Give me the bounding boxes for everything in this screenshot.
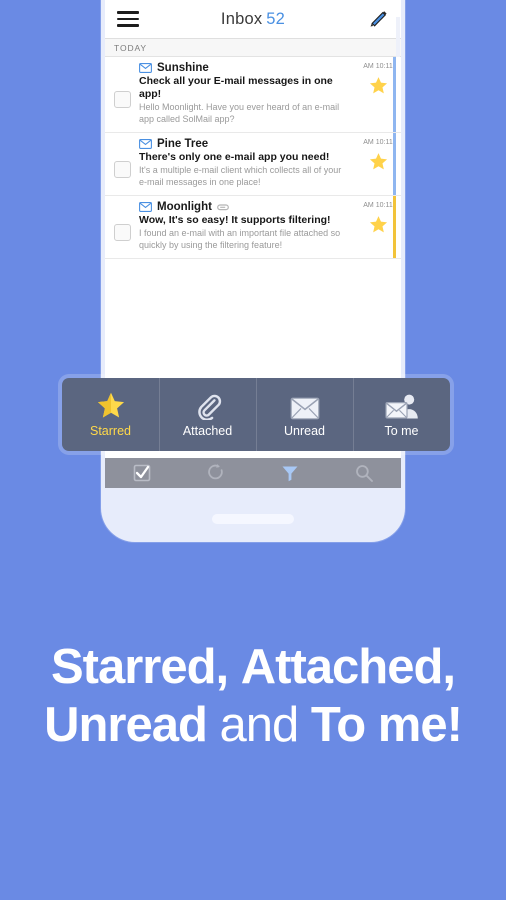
inbox-label: Inbox — [220, 9, 263, 28]
filter-label: Starred — [90, 423, 131, 438]
refresh-icon[interactable] — [179, 463, 253, 483]
filter-label: Attached — [182, 423, 233, 438]
section-label: TODAY — [114, 42, 147, 53]
row-checkbox[interactable] — [113, 223, 131, 241]
star-icon — [96, 392, 126, 420]
select-all-checkbox-icon[interactable] — [105, 463, 179, 483]
row-checkbox[interactable] — [113, 160, 131, 178]
compose-pen-icon[interactable] — [355, 0, 401, 38]
row-header: Pine Tree — [139, 138, 351, 150]
filter-bar: Starred Attached Unread To me — [62, 378, 450, 451]
row-content: Sunshine Check all your E-mail messages … — [139, 62, 355, 125]
envelope-icon — [139, 139, 152, 149]
hamburger-menu-icon[interactable] — [105, 0, 151, 38]
timestamp: AM 10:11 — [363, 139, 393, 146]
label-color-strip — [393, 196, 396, 258]
mail-list: Sunshine Check all your E-mail messages … — [105, 57, 401, 259]
table-row[interactable]: Moonlight Wow, It's so easy! It supports… — [105, 196, 401, 259]
star-icon[interactable] — [369, 152, 388, 176]
filter-item-attached[interactable]: Attached — [159, 378, 256, 451]
home-button[interactable] — [212, 514, 294, 524]
unread-count-badge: 52 — [266, 9, 286, 28]
filter-item-starred[interactable]: Starred — [62, 378, 159, 451]
label-color-strip — [393, 57, 396, 132]
email-subject: There's only one e-mail app you need! — [139, 151, 330, 163]
filter-label: Unread — [284, 423, 325, 438]
paperclip-badge-icon — [217, 203, 229, 212]
row-header: Moonlight — [139, 201, 351, 213]
search-icon[interactable] — [327, 463, 401, 483]
sender-name: Sunshine — [157, 62, 209, 74]
envelope-person-icon — [384, 392, 419, 420]
table-row[interactable]: Sunshine Check all your E-mail messages … — [105, 57, 401, 133]
caption-line-1: Starred, Attached, — [0, 638, 506, 696]
timestamp: AM 10:11 — [363, 202, 393, 209]
timestamp: AM 10:11 — [363, 63, 393, 70]
section-header-today: TODAY — [105, 39, 401, 57]
row-header: Sunshine — [139, 62, 351, 74]
email-preview: Hello Moonlight. Have you ever heard of … — [139, 102, 340, 124]
caption-word-starred: Starred, — [50, 640, 229, 694]
sender-name: Moonlight — [157, 201, 212, 213]
paperclip-icon — [194, 392, 222, 420]
envelope-icon — [139, 63, 152, 73]
caption-word-and: and — [219, 698, 300, 752]
star-icon[interactable] — [369, 76, 388, 100]
email-preview: I found an e-mail with an important file… — [139, 228, 341, 250]
promo-screenshot: Inbox 52 TODAY Sunshine Check all your E… — [0, 0, 506, 900]
email-subject: Wow, It's so easy! It supports filtering… — [139, 214, 331, 226]
bottom-toolbar — [105, 458, 401, 488]
caption-word-attached: Attached, — [240, 640, 456, 694]
caption-word-unread: Unread — [44, 698, 208, 752]
row-content: Moonlight Wow, It's so easy! It supports… — [139, 201, 355, 251]
envelope-icon — [139, 202, 152, 212]
label-color-strip — [393, 133, 396, 195]
row-content: Pine Tree There's only one e-mail app yo… — [139, 138, 355, 188]
row-checkbox[interactable] — [113, 91, 131, 108]
page-title: Inbox 52 — [151, 10, 355, 29]
envelope-icon — [290, 392, 320, 420]
checkbox-cell — [105, 201, 139, 251]
caption-line-2: Unread and To me! — [0, 696, 506, 754]
email-subject: Check all your E-mail messages in one ap… — [139, 75, 333, 100]
checkbox-cell — [105, 138, 139, 188]
filter-item-to-me[interactable]: To me — [353, 378, 450, 451]
promo-caption: Starred, Attached, Unread and To me! — [0, 638, 506, 754]
table-row[interactable]: Pine Tree There's only one e-mail app yo… — [105, 133, 401, 196]
filter-item-unread[interactable]: Unread — [256, 378, 353, 451]
filter-label: To me — [384, 423, 419, 438]
app-bar: Inbox 52 — [105, 0, 401, 39]
email-preview: It's a multiple e-mail client which coll… — [139, 165, 342, 187]
star-icon[interactable] — [369, 215, 388, 239]
sender-name: Pine Tree — [157, 138, 209, 150]
filter-funnel-icon[interactable] — [253, 463, 327, 483]
checkbox-cell — [105, 62, 139, 125]
phone-mockup: Inbox 52 TODAY Sunshine Check all your E… — [101, 0, 405, 542]
caption-word-to-me: To me! — [310, 698, 463, 752]
